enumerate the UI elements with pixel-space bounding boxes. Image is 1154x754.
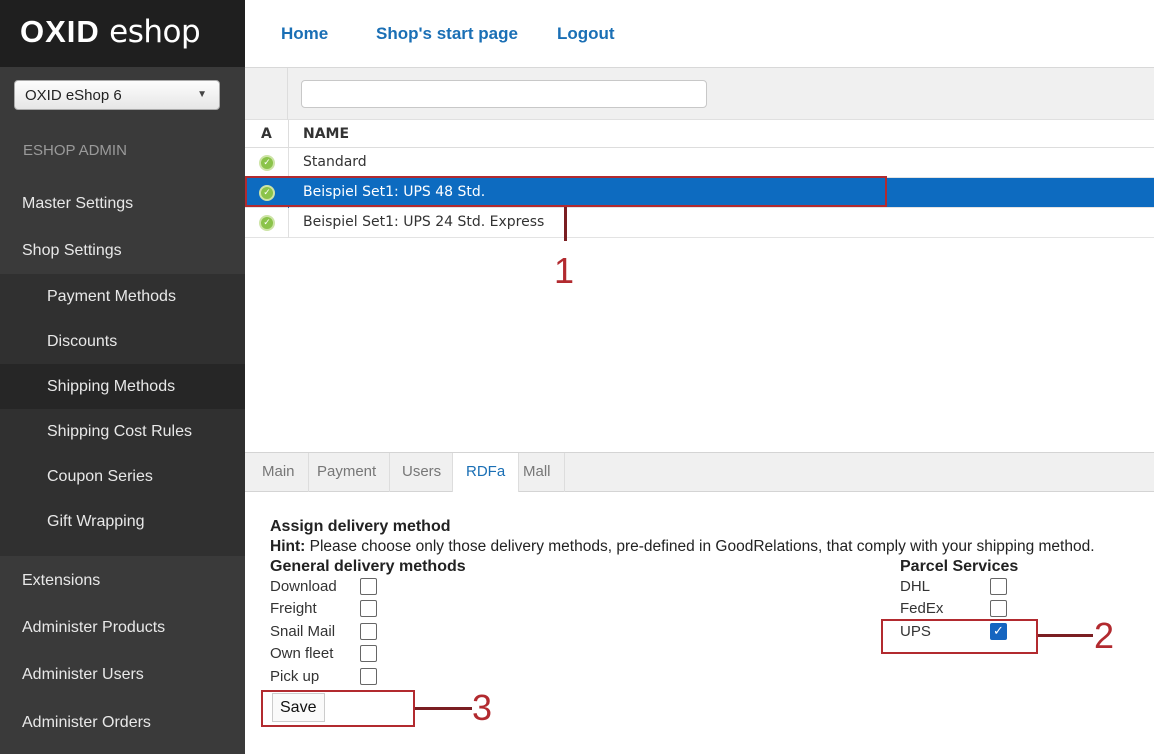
logout-link[interactable]: Logout [557,24,615,44]
column-divider [288,208,289,238]
chevron-down-icon: ▼ [197,89,207,100]
sidebar-item-shipping-cost-rules[interactable]: Shipping Cost Rules [0,409,245,454]
tab-mall[interactable]: Mall [510,453,565,492]
option-label-pick-up: Pick up [270,668,320,685]
sidebar-item-discounts[interactable]: Discounts [0,319,245,364]
detail-tabs: Main Payment Users RDFa Mall [245,452,1154,493]
sidebar: OXID eshop OXID eShop 6 ▼ ESHOP ADMIN Ma… [0,0,245,754]
checkbox-dhl[interactable] [990,578,1007,595]
top-nav: Home Shop's start page Logout [245,0,1154,67]
checkbox-fedex[interactable] [990,600,1007,617]
annotation-box-1 [245,176,887,207]
row-name[interactable]: Beispiel Set1: UPS 24 Std. Express [303,214,544,230]
checkbox-pick-up[interactable] [360,668,377,685]
shop-select-value: OXID eShop 6 [25,87,122,104]
tab-users[interactable]: Users [389,453,456,492]
checkbox-snail-mail[interactable] [360,623,377,640]
annotation-box-3 [261,690,415,727]
annotation-number-1: 1 [554,250,575,291]
sidebar-item-coupon-series[interactable]: Coupon Series [0,454,245,499]
filter-row [245,68,1154,120]
checkbox-download[interactable] [360,578,377,595]
option-label-own-fleet: Own fleet [270,645,334,662]
column-divider [288,148,289,178]
annotation-box-2 [881,619,1038,654]
checkbox-own-fleet[interactable] [360,645,377,662]
filter-col-a [245,68,288,120]
sidebar-item-administer-orders[interactable]: Administer Orders [0,700,245,745]
table-row[interactable]: ✓ Beispiel Set1: UPS 24 Std. Express [245,208,1154,238]
checkbox-freight[interactable] [360,600,377,617]
list-header: A NAME [245,120,1154,148]
sidebar-item-extensions[interactable]: Extensions [0,558,245,603]
tab-payment[interactable]: Payment [304,453,391,492]
section-label: ESHOP ADMIN [23,142,127,159]
sidebar-item-master-settings[interactable]: Master Settings [0,181,245,226]
logo-sub: eshop [109,14,201,50]
annotation-number-3: 3 [472,687,493,728]
option-label-freight: Freight [270,600,317,617]
shipping-methods-list: A NAME ✓ Standard ✓ Beispiel Set1: UPS 4… [245,67,1154,453]
column-header-name[interactable]: NAME [303,126,349,142]
shop-select-wrap: OXID eShop 6 ▼ [0,67,245,125]
row-name[interactable]: Standard [303,154,367,170]
form-title: Assign delivery method [270,518,451,535]
active-status-icon: ✓ [259,215,275,231]
hint-text: Hint: Please choose only those delivery … [270,538,1095,556]
home-link[interactable]: Home [281,24,328,44]
general-methods-title: General delivery methods [270,558,466,575]
sidebar-item-shipping-methods[interactable]: Shipping Methods [0,364,245,409]
logo[interactable]: OXID eshop [20,14,201,50]
option-label-dhl: DHL [900,578,931,595]
active-status-icon: ✓ [259,155,275,171]
parcel-services-title: Parcel Services [900,558,1019,575]
sidebar-item-gift-wrapping[interactable]: Gift Wrapping [0,499,245,544]
annotation-number-2: 2 [1094,615,1115,656]
option-label-fedex: FedEx [900,600,944,617]
sidebar-item-shop-settings[interactable]: Shop Settings [0,228,245,273]
annotation-line-1 [564,207,567,241]
annotation-line-2 [1038,634,1093,637]
sidebar-item-payment-methods[interactable]: Payment Methods [0,274,245,319]
logo-brand: OXID [20,14,100,49]
sidebar-item-administer-users[interactable]: Administer Users [0,652,245,697]
sidebar-item-administer-products[interactable]: Administer Products [0,605,245,650]
logo-area: OXID eshop [0,0,245,67]
annotation-line-3 [415,707,472,710]
table-row[interactable]: ✓ Standard [245,148,1154,178]
column-header-active[interactable]: A [261,126,272,142]
shop-select[interactable]: OXID eShop 6 ▼ [14,80,220,110]
option-label-snail-mail: Snail Mail [270,623,336,640]
name-filter-input[interactable] [301,80,707,108]
tab-main[interactable]: Main [249,453,309,492]
column-divider [288,120,289,148]
hint-body: Please choose only those delivery method… [305,538,1095,555]
option-label-download: Download [270,578,337,595]
shop-start-page-link[interactable]: Shop's start page [376,24,518,44]
hint-label: Hint: [270,538,306,555]
